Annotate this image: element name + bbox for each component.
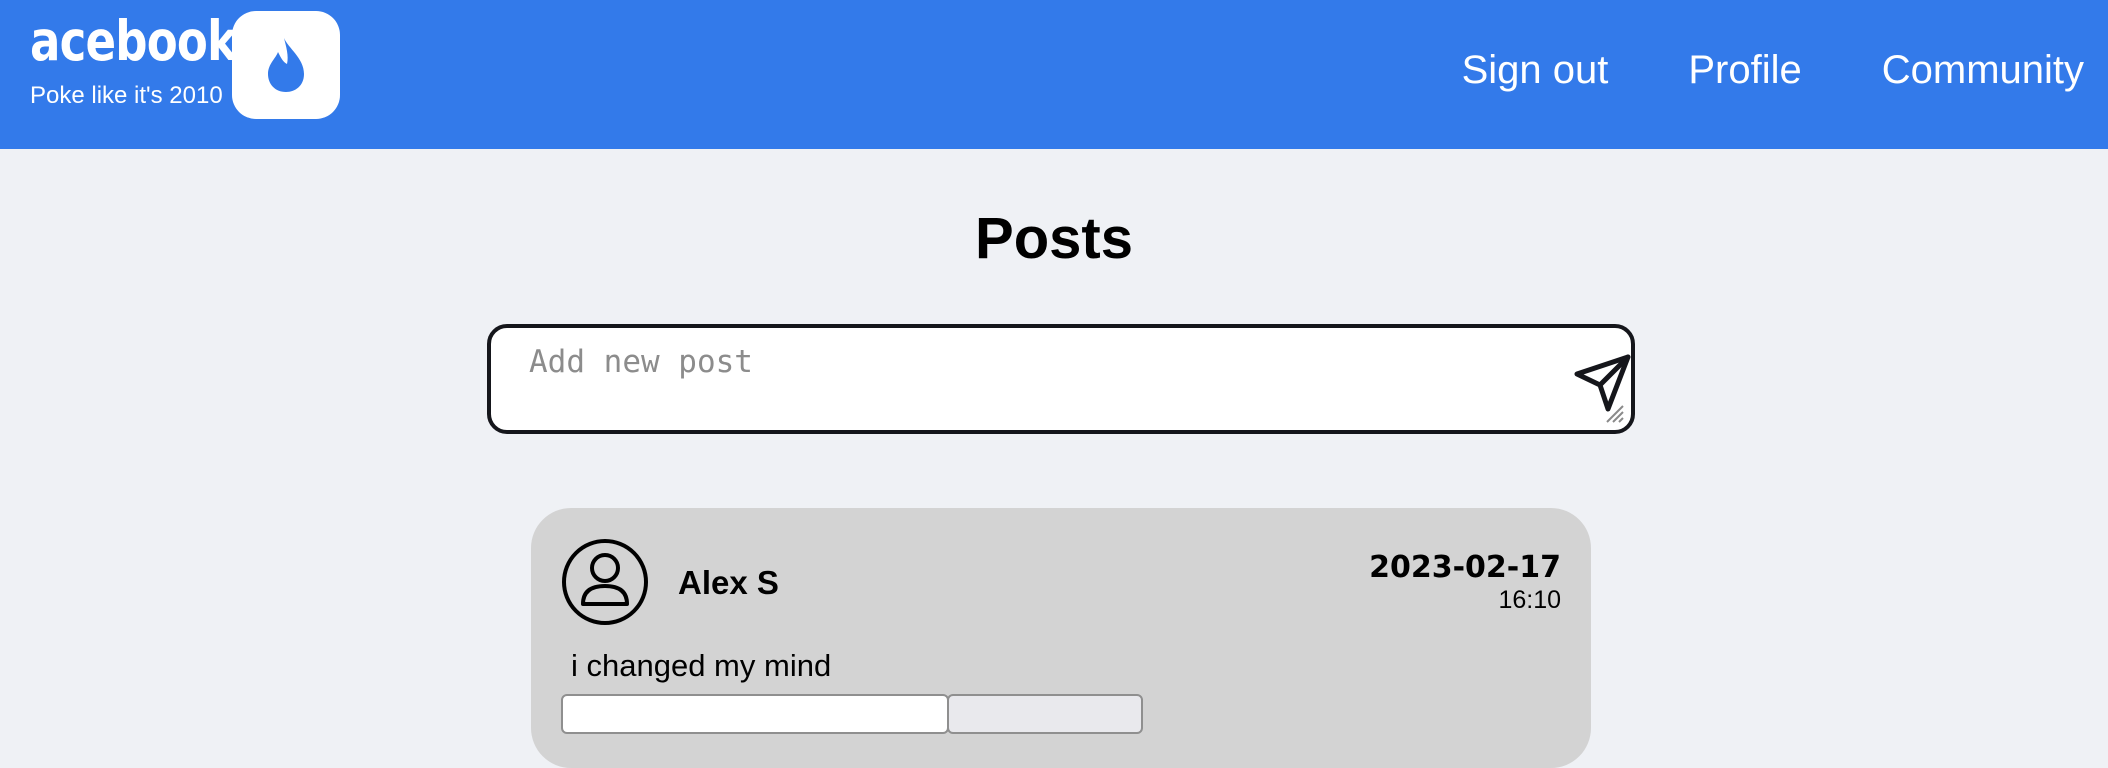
new-post-input[interactable] xyxy=(527,342,1551,416)
nav-sign-out[interactable]: Sign out xyxy=(1462,48,1609,93)
post-time: 16:10 xyxy=(1498,586,1561,614)
nav-community[interactable]: Community xyxy=(1882,48,2084,93)
resize-handle-icon[interactable] xyxy=(1599,398,1625,424)
post-body: i changed my mind xyxy=(571,648,832,683)
post-card: Alex S 2023-02-17 16:10 i changed my min… xyxy=(531,508,1591,768)
page-title: Posts xyxy=(975,206,1133,271)
main-nav: Sign out Profile Community xyxy=(1462,48,2084,93)
flame-icon xyxy=(268,38,304,92)
top-navbar: acebook Poke like it's 2010 Sign out Pro… xyxy=(0,0,2108,149)
nav-profile[interactable]: Profile xyxy=(1688,48,1801,93)
post-author: Alex S xyxy=(678,564,779,601)
brand-tagline: Poke like it's 2010 xyxy=(30,82,223,109)
brand-name: acebook xyxy=(30,9,237,73)
post-date: 2023-02-17 xyxy=(1369,550,1561,585)
comment-button[interactable] xyxy=(947,694,1143,734)
user-circle-icon xyxy=(562,539,648,625)
logo[interactable] xyxy=(232,11,340,119)
new-post-box xyxy=(487,324,1635,434)
comment-input[interactable] xyxy=(561,694,949,734)
